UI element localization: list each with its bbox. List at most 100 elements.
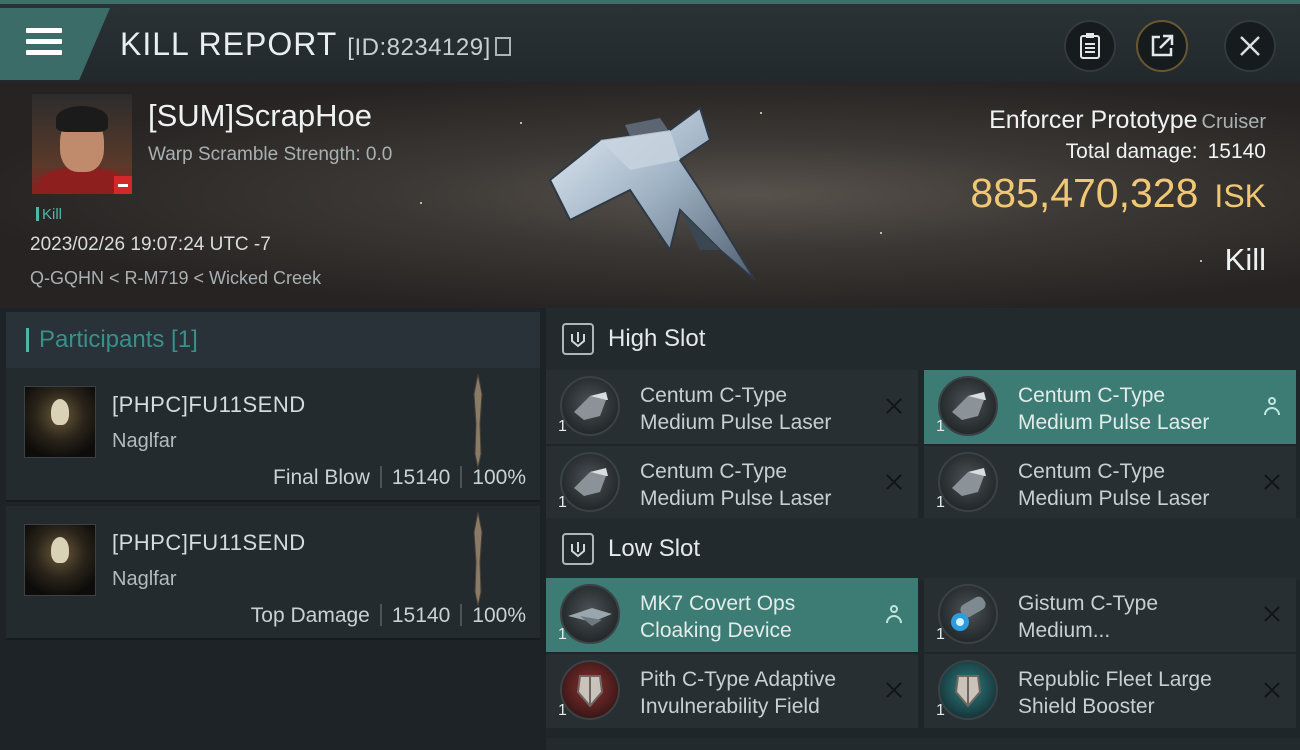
module-item[interactable]: 1 Centum C-Type Medium Pulse Laser [546,446,918,520]
pilot-button[interactable] [1262,396,1284,418]
participant-percent: 100% [472,466,526,489]
close-icon [1240,36,1260,56]
ship-class: Cruiser [1201,111,1266,133]
star [1200,260,1202,262]
participant-row[interactable]: [PHPC]FU11SEND Naglfar Final Blow 15140 10… [6,368,540,502]
remove-button[interactable] [884,472,906,494]
module-qty: 1 [558,494,567,511]
copy-icon[interactable] [494,37,511,56]
fitting-panel: High Slot 1 Centum C-Type Medium Pulse L… [546,308,1300,750]
remove-icon [1262,472,1282,492]
remove-icon [884,396,904,416]
high-slot-header: High Slot [546,308,1300,370]
kill-location: Q-GQHN < R-M719 < Wicked Creek [30,268,322,288]
isk-value: 885,470,328 ISK [970,170,1266,217]
module-item[interactable]: 1 Centum C-Type Medium Pulse Laser [546,370,918,444]
participant-name: [PHPC]FU11SEND [112,530,306,555]
module-name-line: Medium Pulse Laser [1018,487,1210,510]
star [520,122,522,124]
menu-icon [26,28,62,58]
isk-amount: 885,470,328 [970,170,1199,216]
module-name-line: Invulnerability Field [640,695,820,718]
participant-percent: 100% [472,604,526,627]
kill-result: Kill [1224,242,1266,277]
clipboard-icon [1080,33,1100,59]
module-name-line: Centum C-Type [1018,460,1166,483]
ship-image [548,106,756,281]
isk-unit: ISK [1214,178,1266,214]
module-name-line: Pith C-Type Adaptive [640,668,837,691]
participant-row[interactable]: [PHPC]FU11SEND Naglfar Top Damage 15140 10… [6,506,540,640]
next-slot-header [546,738,1300,750]
victim-name[interactable]: [SUM]ScrapHoe [148,98,372,134]
participant-stats: Final Blow 15140 100% [273,466,526,490]
ship-type: Enforcer Prototype [989,106,1198,134]
total-damage-value: 15140 [1207,140,1266,163]
module-name: Republic Fleet Large Shield Booster [1018,666,1212,720]
remove-button[interactable] [1262,604,1284,626]
module-name: Centum C-Type Medium Pulse Laser [640,458,831,512]
remove-icon [884,472,904,492]
module-name: Centum C-Type Medium Pulse Laser [640,382,831,436]
remove-icon [884,680,904,700]
module-name: Centum C-Type Medium Pulse Laser [1018,458,1209,512]
participant-ship: Naglfar [112,430,177,452]
module-qty: 1 [558,626,567,643]
module-name: MK7 Covert Ops Cloaking Device [640,590,795,644]
module-item[interactable]: 1 Republic Fleet Large Shield Booster [924,654,1296,728]
participant-name: [PHPC]FU11SEND [112,392,306,417]
weapon-icon [473,512,483,606]
remove-button[interactable] [884,680,906,702]
report-id: [ID:8234129] [347,34,491,61]
remove-button[interactable] [1262,472,1284,494]
close-button[interactable] [1224,20,1276,72]
pulse-laser-icon [560,452,620,512]
shield-booster-icon [938,660,998,720]
module-name-line: Shield Booster [1018,695,1155,718]
module-name-line: Centum C-Type [640,460,788,483]
slot-shield-icon [562,323,594,355]
page-title: KILL REPORT [ID:8234129] [120,26,511,63]
top-bar: KILL REPORT [ID:8234129] [0,0,1300,82]
participant-role: Final Blow [273,466,370,489]
module-name-line: Medium Pulse Laser [640,487,832,510]
participants-title: Participants [1] [39,326,198,353]
pilot-button[interactable] [884,604,906,626]
pulse-laser-icon [560,376,620,436]
participants-header[interactable]: Participants [1] [6,312,540,368]
participants-panel: Participants [1] [PHPC]FU11SEND Naglfar … [0,308,540,750]
ship-name: Enforcer Prototype Cruiser [989,106,1266,135]
participant-portrait[interactable] [24,524,96,596]
pilot-icon [1262,396,1282,416]
pilot-icon [884,604,904,624]
participant-portrait[interactable] [24,386,96,458]
module-qty: 1 [558,418,567,435]
clipboard-button[interactable] [1064,20,1116,72]
module-item[interactable]: 1 Gistum C-Type Medium... [924,578,1296,652]
module-name-line: Republic Fleet Large [1018,668,1212,691]
pulse-laser-icon [938,452,998,512]
module-name-line: Centum C-Type [1018,384,1166,407]
remove-icon [1262,604,1282,624]
module-item[interactable]: 1 MK7 Covert Ops Cloaking Device [546,578,918,652]
module-item[interactable]: 1 Centum C-Type Medium Pulse Laser [924,370,1296,444]
menu-button[interactable] [0,8,110,80]
module-name-line: MK7 Covert Ops [640,592,796,615]
participant-stats: Top Damage 15140 100% [251,604,526,628]
star [880,232,882,234]
total-damage: Total damage: 15140 [1066,140,1266,164]
star [420,202,422,204]
module-name-line: Medium... [1018,619,1111,642]
module-qty: 1 [936,418,945,435]
remove-button[interactable] [1262,680,1284,702]
module-name-line: Centum C-Type [640,384,788,407]
kill-timestamp: 2023/02/26 19:07:24 UTC -7 [30,234,271,255]
module-item[interactable]: 1 Pith C-Type Adaptive Invulnerability F… [546,654,918,728]
module-name-line: Cloaking Device [640,619,792,642]
remove-button[interactable] [884,396,906,418]
module-qty: 1 [936,494,945,511]
remove-icon [1262,680,1282,700]
share-button[interactable] [1136,20,1188,72]
module-qty: 1 [558,702,567,719]
module-item[interactable]: 1 Centum C-Type Medium Pulse Laser [924,446,1296,520]
